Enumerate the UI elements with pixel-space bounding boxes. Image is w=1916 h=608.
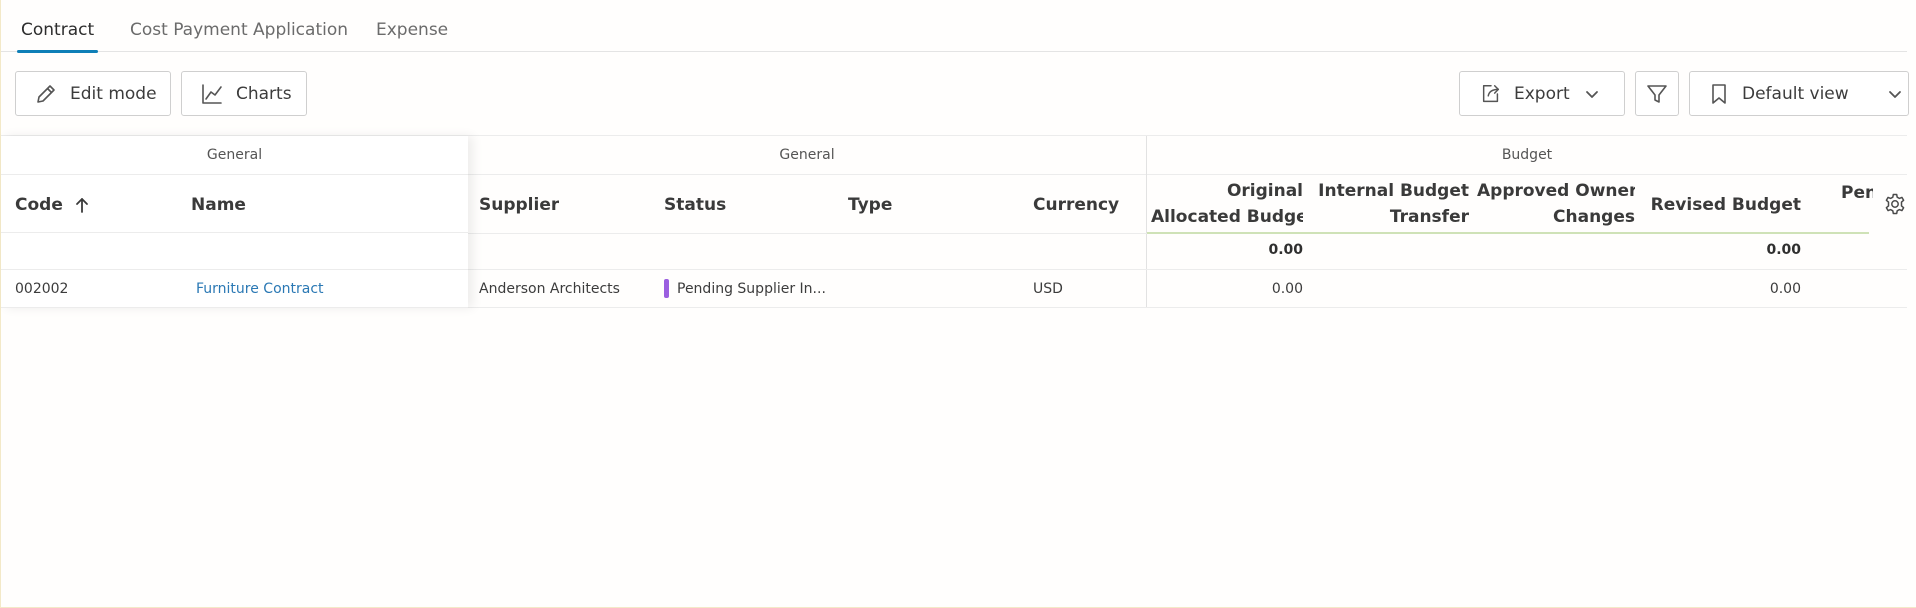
edit-mode-button[interactable]: Edit mode	[15, 71, 171, 116]
tab-bar: Contract Cost Payment Application Expens…	[1, 0, 1907, 53]
gear-icon	[1885, 193, 1905, 215]
tab-cost-payment-application[interactable]: Cost Payment Application	[130, 0, 348, 52]
pencil-icon	[37, 84, 55, 103]
status-badge: Pending Supplier In...	[664, 279, 826, 299]
divider	[468, 174, 1907, 175]
charts-label: Charts	[236, 83, 292, 104]
contract-grid: General Code Name 002002 Furniture Contr…	[1, 135, 1910, 308]
tab-expense[interactable]: Expense	[376, 0, 448, 52]
group-header-general: General	[779, 147, 835, 163]
arrow-up-icon	[75, 198, 88, 213]
column-settings-button[interactable]	[1880, 189, 1910, 219]
export-icon	[1482, 84, 1500, 102]
column-header-label-line: Changes	[1553, 207, 1635, 227]
bookmark-icon	[1712, 83, 1726, 104]
divider	[468, 233, 1147, 234]
divider	[1, 174, 468, 175]
cell-code: 002002	[15, 281, 69, 297]
column-header-original-allocated-budget[interactable]: Original Allocated Budget	[1151, 178, 1303, 230]
column-header-code-label: Code	[15, 195, 63, 215]
export-button[interactable]: Export	[1459, 71, 1625, 116]
chevron-down-icon	[1888, 90, 1901, 98]
divider	[1, 307, 468, 308]
divider	[1, 232, 468, 233]
column-header-approved-owner-changes[interactable]: Approved Owner Changes	[1477, 178, 1635, 230]
column-header-supplier[interactable]: Supplier	[479, 192, 559, 218]
cell-supplier: Anderson Architects	[479, 281, 620, 297]
view-selector-label: Default view	[1742, 83, 1849, 104]
line-chart-icon	[202, 83, 222, 104]
filter-icon	[1647, 84, 1667, 103]
column-header-currency[interactable]: Currency	[1033, 192, 1119, 218]
divider	[1, 269, 468, 270]
column-header-label-line: Original	[1226, 181, 1303, 201]
column-header-revised-budget[interactable]: Revised Budget	[1641, 192, 1801, 218]
divider	[468, 307, 1907, 308]
cell-name-link[interactable]: Furniture Contract	[196, 279, 324, 299]
status-indicator	[664, 279, 669, 298]
cell-revised-budget: 0.00	[1769, 281, 1801, 297]
column-header-label-line: Internal Budget	[1318, 181, 1469, 201]
column-header-label-line: Approved Owner	[1477, 181, 1635, 201]
group-divider	[1146, 136, 1147, 308]
total-revised-budget: 0.00	[1766, 242, 1801, 258]
column-header-label-line: Allocated Budget	[1151, 207, 1303, 227]
edit-mode-label: Edit mode	[70, 83, 157, 104]
group-header-budget: Budget	[1501, 147, 1553, 163]
cell-original-allocated-budget: 0.00	[1271, 281, 1303, 297]
total-original-allocated-budget: 0.00	[1268, 242, 1303, 258]
status-label: Pending Supplier In...	[677, 281, 826, 297]
charts-button[interactable]: Charts	[181, 71, 307, 116]
export-label: Export	[1514, 83, 1570, 104]
view-selector-button[interactable]: Default view	[1689, 71, 1909, 116]
column-header-status[interactable]: Status	[664, 192, 726, 218]
column-header-pending-truncated[interactable]: Pen	[1841, 180, 1873, 206]
cell-currency: USD	[1033, 281, 1063, 297]
column-header-label-line: Transfer	[1389, 207, 1469, 227]
sort-underline	[1147, 232, 1869, 234]
column-header-internal-budget-transfer[interactable]: Internal Budget Transfer	[1311, 178, 1469, 230]
chevron-down-icon	[1585, 90, 1598, 98]
group-header-general-pinned: General	[206, 147, 263, 163]
divider	[468, 269, 1907, 270]
column-header-name[interactable]: Name	[191, 192, 246, 218]
filter-button[interactable]	[1635, 71, 1679, 116]
tab-contract[interactable]: Contract	[16, 0, 99, 53]
column-header-type[interactable]: Type	[848, 192, 892, 218]
pinned-columns: General Code Name 002002 Furniture Contr…	[1, 136, 468, 308]
column-header-code[interactable]: Code	[15, 192, 91, 218]
